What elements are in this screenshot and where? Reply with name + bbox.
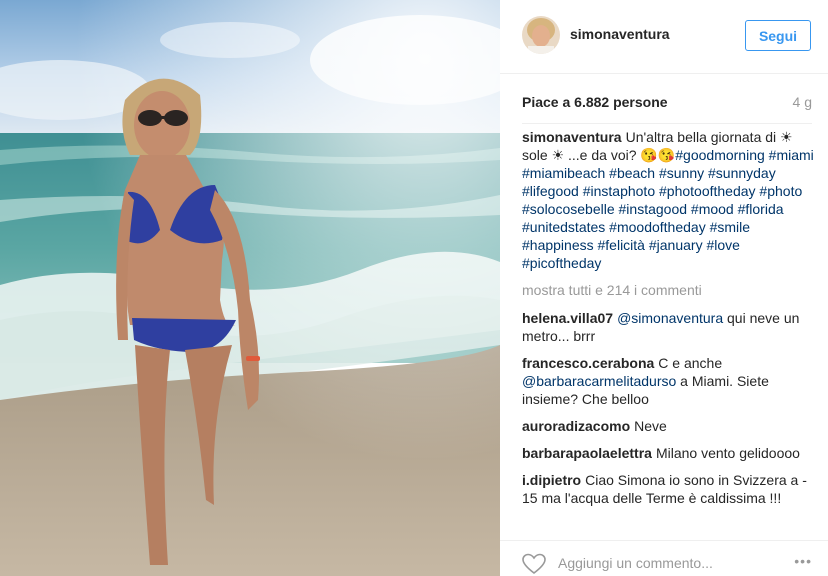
- comment-item: helena.villa07 @simonaventura qui neve un…: [522, 309, 814, 345]
- avatar-image: [522, 16, 560, 54]
- add-comment-input[interactable]: Aggiungi un commento...: [558, 555, 713, 571]
- likes-row: Piace a 6.882 persone 4 g: [522, 94, 812, 114]
- view-all-comments-link[interactable]: mostra tutti e 214 i commenti: [522, 281, 814, 299]
- caption-username[interactable]: simonaventura: [522, 129, 622, 145]
- comment-username[interactable]: barbarapaolaelettra: [522, 445, 652, 461]
- more-options-icon[interactable]: •••: [794, 553, 812, 569]
- comments-list: simonaventura Un'altra bella giornata di …: [522, 128, 814, 516]
- post-author-username[interactable]: simonaventura: [570, 26, 670, 42]
- comment-item: francesco.cerabona C e anche @barbaracarm…: [522, 354, 814, 408]
- post-caption: simonaventura Un'altra bella giornata di …: [522, 128, 814, 272]
- beach-photo-image: [0, 0, 500, 576]
- likes-count[interactable]: Piace a 6.882 persone: [522, 94, 668, 110]
- comment-username[interactable]: helena.villa07: [522, 310, 613, 326]
- avatar[interactable]: [522, 16, 560, 54]
- comment-text: Milano vento gelidoooo: [655, 445, 800, 461]
- comment-text: Neve: [634, 418, 667, 434]
- follow-button[interactable]: Segui: [745, 20, 811, 51]
- caption-hashtags[interactable]: #goodmorning #miami #miamibeach #beach #…: [522, 147, 814, 271]
- comment-item: auroradizacomo Neve: [522, 417, 814, 435]
- post-age[interactable]: 4 g: [793, 94, 812, 110]
- comment-mention[interactable]: @simonaventura: [617, 310, 723, 326]
- comment-text-before: C e anche: [658, 355, 723, 371]
- post-photo[interactable]: [0, 0, 500, 576]
- post-header: simonaventura Segui: [500, 0, 828, 74]
- comment-item: i.dipietro Ciao Simona io sono in Svizzer…: [522, 471, 814, 507]
- post-panel: simonaventura Segui Piace a 6.882 person…: [500, 0, 828, 576]
- comment-username[interactable]: francesco.cerabona: [522, 355, 654, 371]
- comment-mention[interactable]: @barbaracarmelitadurso: [522, 373, 676, 389]
- comment-username[interactable]: auroradizacomo: [522, 418, 630, 434]
- comment-item: barbarapaolaelettra Milano vento gelidooo…: [522, 444, 814, 462]
- post-footer: Aggiungi un commento... •••: [500, 540, 828, 576]
- comment-username[interactable]: i.dipietro: [522, 472, 581, 488]
- heart-outline-icon[interactable]: [522, 553, 546, 575]
- divider: [522, 123, 812, 124]
